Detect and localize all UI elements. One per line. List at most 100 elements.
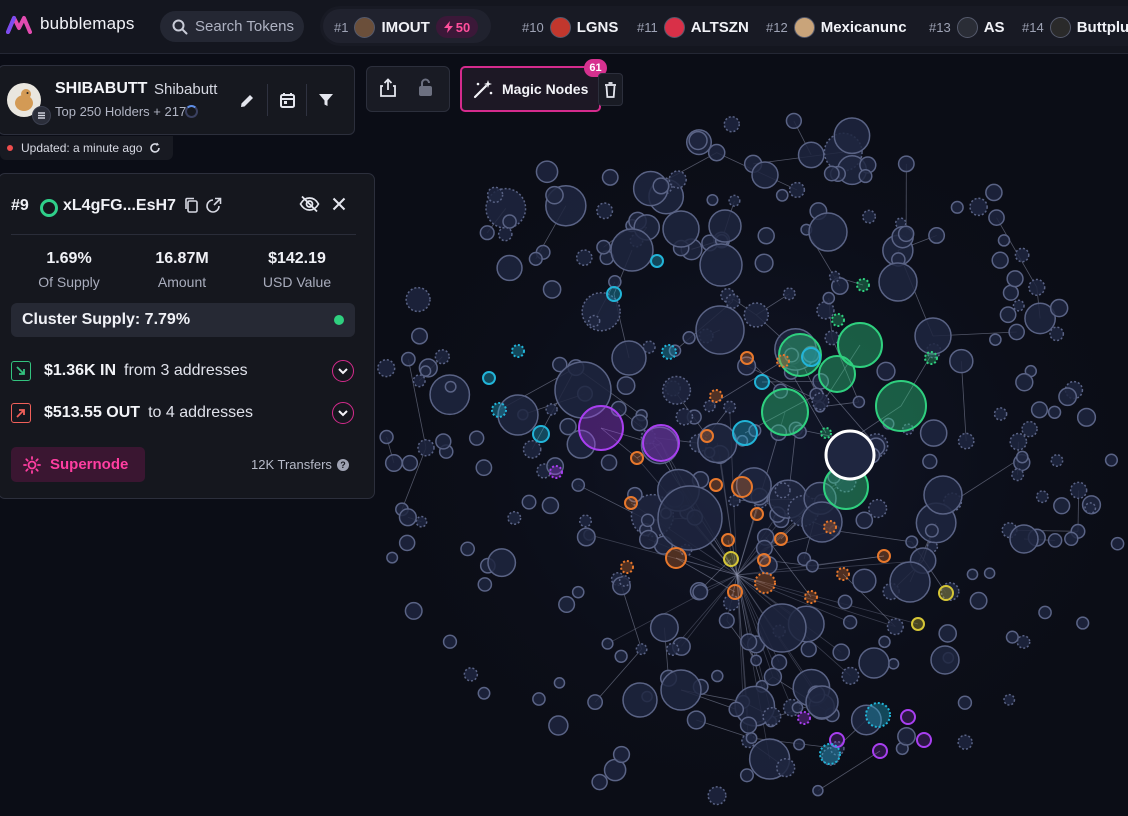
wallet-bubble[interactable] [754, 374, 770, 390]
wallet-bubble[interactable] [479, 225, 495, 241]
wallet-bubble[interactable] [596, 239, 612, 255]
wallet-bubble[interactable] [507, 510, 522, 526]
search-input[interactable]: Search Tokens [160, 11, 304, 42]
wallet-bubble[interactable] [434, 349, 450, 365]
wallet-bubble[interactable] [541, 496, 560, 515]
wallet-bubble[interactable] [877, 549, 891, 563]
wallet-bubble[interactable] [823, 520, 837, 534]
wallet-bubble[interactable] [723, 400, 737, 414]
wallet-bubble[interactable] [398, 534, 416, 552]
wallet-bubble[interactable] [384, 454, 403, 473]
trending-item-12[interactable]: #12 Mexicanunc [766, 16, 907, 38]
wallet-bubble[interactable] [721, 533, 735, 547]
wallet-bubble[interactable] [801, 347, 821, 367]
wallet-bubble[interactable] [711, 669, 724, 683]
wallet-bubble[interactable] [997, 234, 1011, 247]
wallet-bubble[interactable] [575, 249, 593, 267]
wallet-bubble[interactable] [638, 529, 659, 550]
wallet-bubble[interactable] [622, 682, 658, 718]
wallet-bubble[interactable] [991, 251, 1009, 269]
wallet-bubble[interactable] [938, 585, 954, 601]
wallet-bubble[interactable] [805, 685, 839, 719]
wallet-bubble[interactable] [905, 535, 919, 549]
wallet-bubble[interactable] [1006, 270, 1024, 288]
wallet-bubble[interactable] [868, 498, 888, 519]
wallet-bubble[interactable] [761, 388, 809, 436]
inflow-row[interactable]: $1.36K IN from 3 addresses [11, 359, 248, 383]
wallet-bubble[interactable] [808, 212, 848, 252]
wallet-bubble[interactable] [1050, 454, 1064, 467]
wallet-bubble[interactable] [611, 340, 647, 376]
wallet-bubble[interactable] [818, 355, 856, 393]
wallet-bubble[interactable] [745, 732, 758, 745]
wallet-bubble[interactable] [739, 716, 758, 734]
date-range-button[interactable] [275, 88, 299, 112]
wallet-bubble[interactable] [776, 757, 796, 778]
wallet-bubble[interactable] [398, 508, 417, 527]
wallet-bubble[interactable] [832, 643, 851, 662]
expand-outflow-button[interactable] [332, 402, 354, 424]
wallet-bubble[interactable] [1049, 298, 1069, 318]
wallet-bubble[interactable] [708, 209, 742, 243]
wallet-bubble[interactable] [751, 161, 779, 189]
wallet-bubble[interactable] [999, 306, 1017, 324]
wallet-bubble[interactable] [785, 112, 803, 130]
magic-nodes-button[interactable]: Magic Nodes [460, 66, 601, 112]
wallet-bubble[interactable] [750, 654, 763, 667]
wallet-bubble[interactable] [836, 567, 850, 581]
trending-item-11[interactable]: #11 ALTSZN [637, 16, 749, 38]
wallet-bubble[interactable] [728, 194, 741, 207]
wallet-bubble[interactable] [911, 617, 925, 631]
wallet-bubble[interactable] [700, 429, 714, 443]
wallet-bubble[interactable] [601, 168, 619, 186]
wallet-bubble[interactable] [709, 389, 723, 403]
wallet-bubble[interactable] [938, 624, 957, 643]
copy-address-button[interactable] [184, 197, 199, 214]
wallet-bubble[interactable] [841, 666, 860, 685]
wallet-bubble[interactable] [522, 439, 542, 459]
expand-inflow-button[interactable] [332, 360, 354, 382]
wallet-bubble[interactable] [699, 243, 743, 287]
wallet-bubble[interactable] [928, 226, 946, 244]
wallet-bubble[interactable] [820, 427, 832, 439]
wallet-bubble[interactable] [1047, 405, 1062, 420]
wallet-bubble[interactable] [797, 141, 825, 169]
hide-wallet-button[interactable] [299, 195, 320, 213]
wallet-bubble[interactable] [697, 422, 738, 464]
wallet-bubble[interactable] [731, 476, 753, 498]
wallet-bubble[interactable] [985, 183, 1003, 202]
wallet-bubble[interactable] [630, 414, 649, 432]
wallet-bubble[interactable] [703, 399, 716, 413]
wallet-bubble[interactable] [897, 225, 915, 243]
wallet-bubble[interactable] [966, 568, 979, 581]
cluster-supply-bar[interactable]: Cluster Supply: 7.79% [11, 303, 355, 337]
wallet-bubble[interactable] [675, 407, 694, 426]
wallet-bubble[interactable] [740, 633, 758, 651]
wallet-bubble[interactable] [776, 354, 790, 368]
wallet-bubble[interactable] [591, 773, 608, 791]
wallet-bubble[interactable] [640, 513, 655, 528]
wallet-bubble[interactable] [614, 649, 628, 663]
wallet-bubble[interactable] [624, 496, 638, 510]
wallet-bubble[interactable] [740, 351, 754, 365]
wallet-bubble[interactable] [571, 585, 585, 599]
wallet-bubble[interactable] [886, 618, 904, 636]
wallet-bubble[interactable] [1035, 490, 1049, 504]
wallet-bubble[interactable] [969, 197, 988, 217]
wallet-bubble[interactable] [1110, 536, 1125, 551]
trending-item-14[interactable]: #14 Buttplu [1022, 16, 1128, 38]
wallet-bubble[interactable] [805, 559, 819, 573]
wallet-bubble[interactable] [419, 365, 432, 377]
wallet-bubble[interactable] [596, 202, 614, 220]
boost-badge[interactable]: 50 [435, 16, 479, 38]
wallet-bubble[interactable] [828, 270, 841, 283]
wallet-bubble[interactable] [377, 359, 396, 378]
wallet-bubble[interactable] [486, 186, 504, 204]
wallet-bubble[interactable] [914, 317, 952, 355]
wallet-bubble[interactable] [688, 130, 708, 151]
outflow-row[interactable]: $513.55 OUT to 4 addresses [11, 401, 253, 425]
wallet-bubble[interactable] [652, 177, 670, 195]
wallet-bubble[interactable] [477, 686, 491, 700]
refresh-icon[interactable] [149, 142, 161, 154]
wallet-bubble[interactable] [889, 561, 931, 603]
